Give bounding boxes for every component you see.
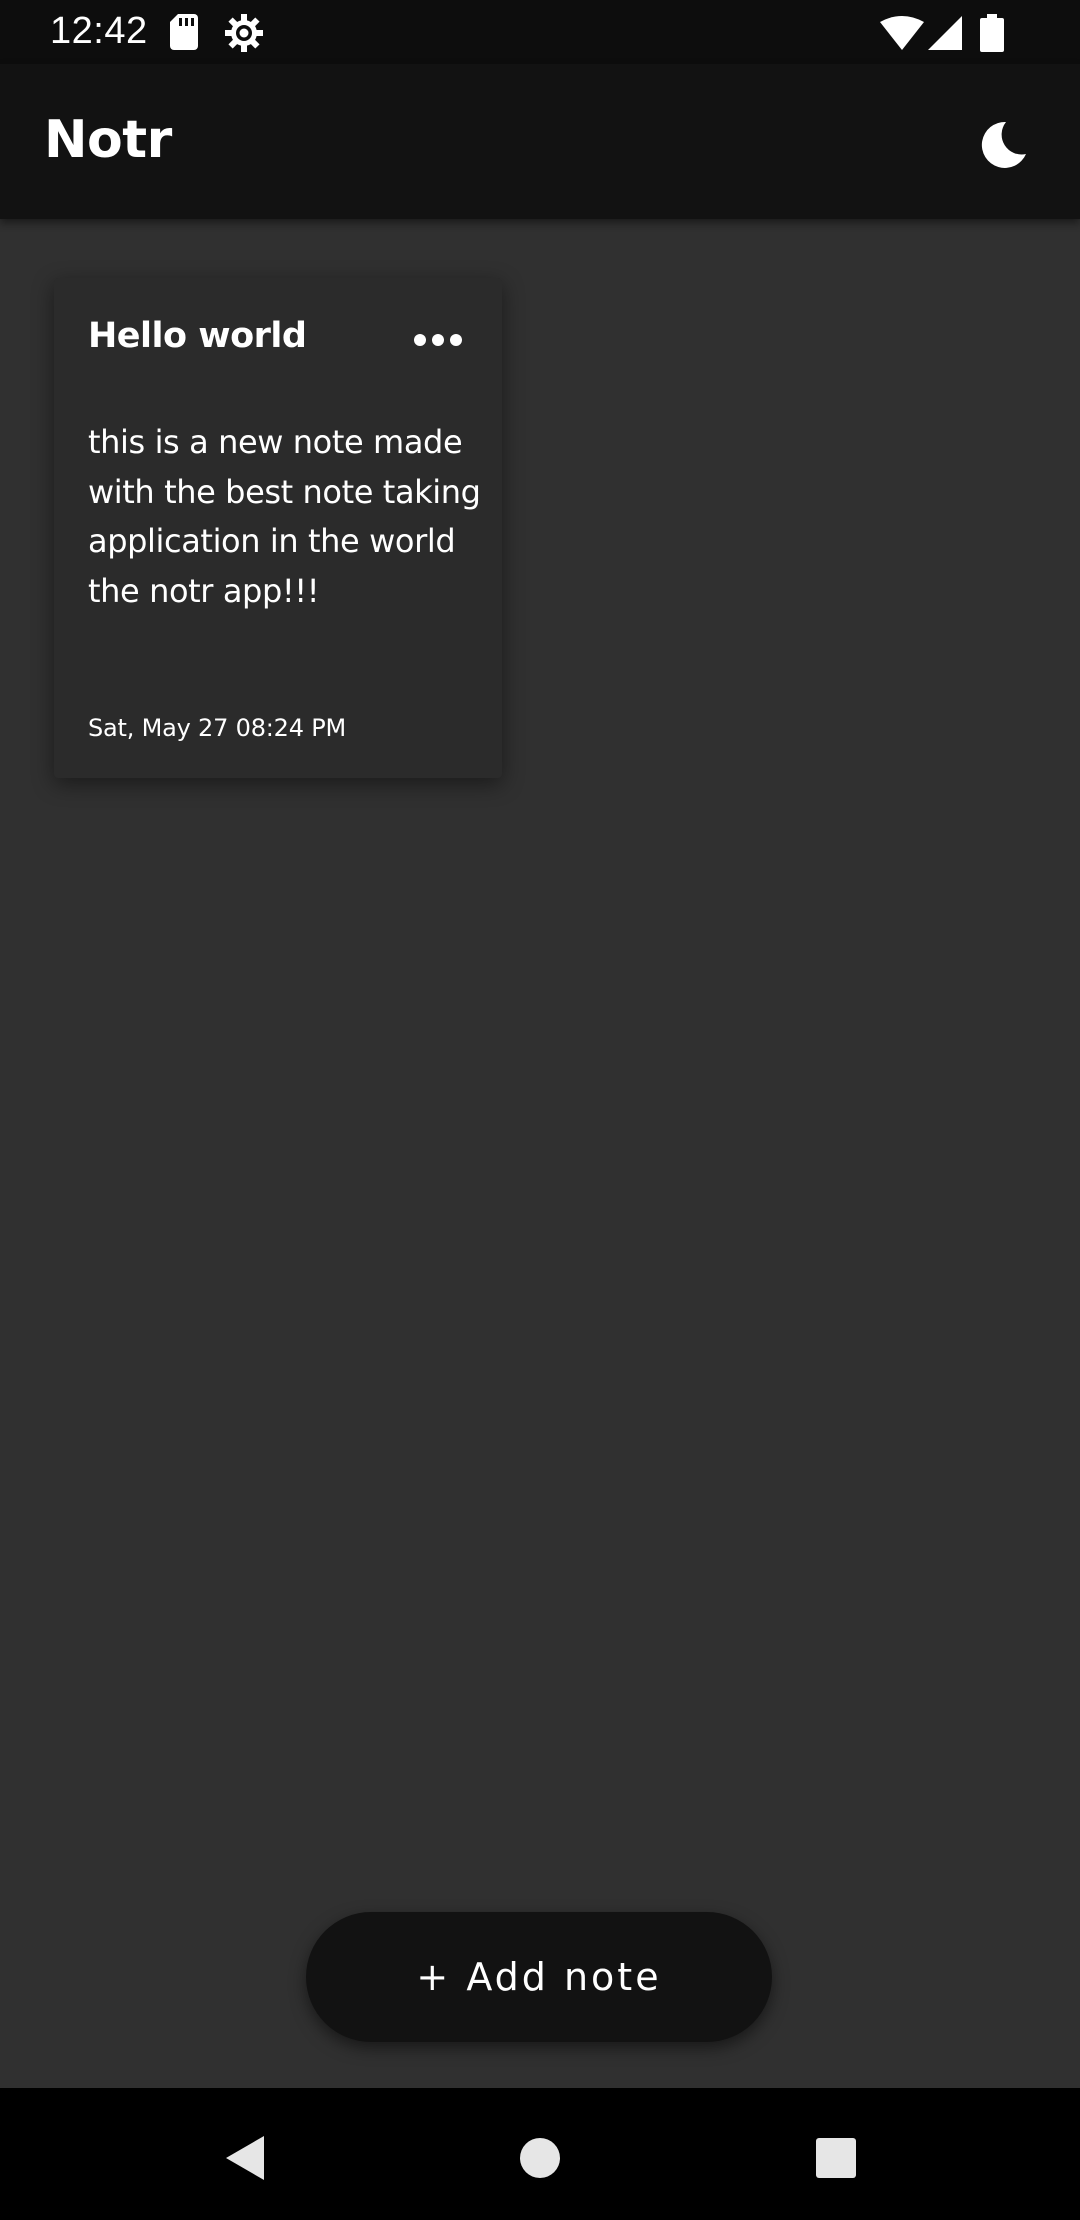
note-body: this is a new note made with the best no… — [88, 423, 481, 610]
recents-icon — [806, 2138, 866, 2192]
status-bar: 12:42 — [0, 0, 1080, 64]
status-time: 12:42 — [50, 10, 148, 52]
app-title: Notr — [44, 110, 172, 170]
note-title: Hello world — [88, 316, 307, 356]
battery-icon — [980, 14, 1004, 56]
nav-home-button[interactable] — [510, 2128, 570, 2188]
home-icon — [510, 2138, 570, 2192]
moon-icon — [972, 121, 1032, 180]
add-note-button[interactable]: + Add note — [306, 1912, 772, 2042]
note-card[interactable]: Hello world this is a new note made with… — [54, 278, 502, 778]
more-horizontal-icon — [410, 334, 470, 364]
nav-recents-button[interactable] — [806, 2128, 866, 2188]
note-menu-button[interactable] — [410, 320, 470, 360]
notes-screen: 12:42 Notr Hello world this is a new not… — [0, 0, 1080, 2220]
cellular-signal-icon — [928, 16, 962, 54]
theme-toggle-button[interactable] — [972, 116, 1032, 176]
back-icon — [214, 2136, 274, 2192]
system-nav-bar — [0, 2088, 1080, 2220]
nav-back-button[interactable] — [214, 2128, 274, 2188]
note-date: Sat, May 27 08:24 PM — [88, 714, 346, 742]
settings-gear-icon — [224, 13, 264, 57]
app-bar: Notr — [0, 64, 1080, 219]
wifi-icon — [880, 16, 924, 54]
sd-card-icon — [170, 14, 198, 54]
